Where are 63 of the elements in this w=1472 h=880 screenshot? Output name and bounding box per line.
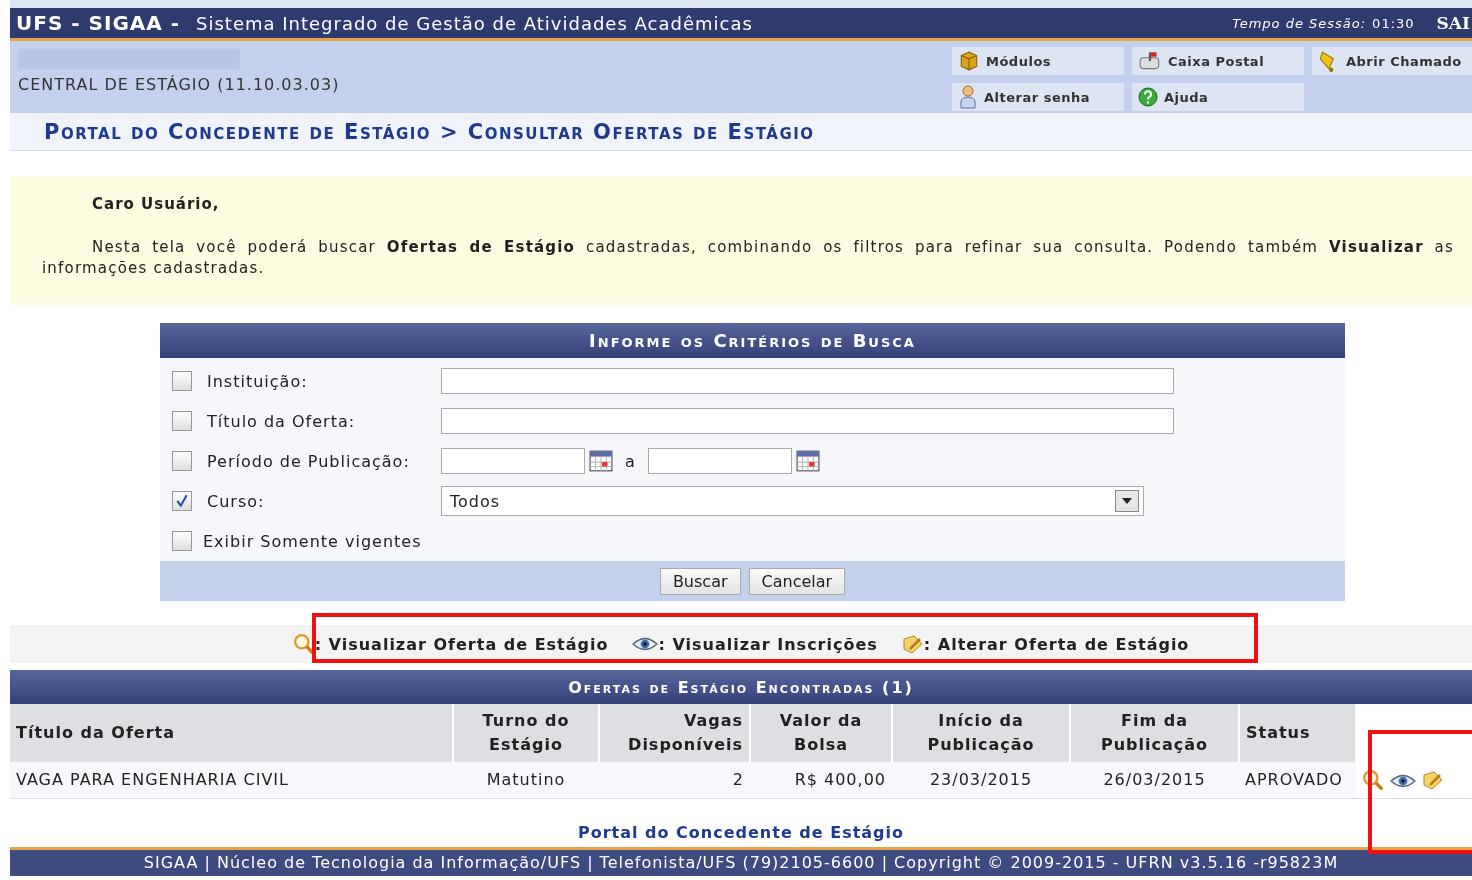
checkbox[interactable]: [172, 371, 192, 391]
note-edit-icon[interactable]: [1422, 768, 1444, 791]
select-field[interactable]: Todos: [441, 486, 1144, 516]
input-field[interactable]: [441, 368, 1174, 394]
table-cell: VAGA PARA ENGENHARIA CIVIL: [10, 762, 453, 798]
field-label: Período de Publicação:: [207, 451, 411, 471]
unit-name: CENTRAL DE ESTÁGIO (11.10.03.03): [18, 75, 340, 94]
column-header: Início da Publicação: [892, 704, 1070, 762]
field-label: Instituição:: [207, 371, 309, 391]
person-icon: [958, 85, 978, 109]
session-label: Tempo de Sessão:: [1232, 15, 1367, 31]
table-cell: 23/03/2015: [892, 762, 1070, 798]
breadcrumb: Portal do Concedente de Estágio > Consultar Ofertas de Estágio: [44, 119, 815, 144]
range-separator: a: [625, 451, 636, 471]
help-icon: [1138, 87, 1158, 107]
footer-text: SIGAA | Núcleo de Tecnologia da Informação/UFS | Telefonista/UFS (79)2105-6600 | Copyright © 2009-2015 - UFRN v3.5.16 -r95823M: [10, 846, 1472, 876]
field-label: Exibir Somente vigentes: [203, 531, 422, 551]
column-header: Status: [1239, 704, 1356, 762]
calendar-icon[interactable]: [795, 449, 820, 473]
table-cell: Matutino: [453, 762, 599, 798]
system-name: UFS - SIGAA -: [16, 11, 180, 35]
magnifier-icon: [292, 633, 315, 655]
checkbox[interactable]: [172, 531, 192, 551]
column-header: Valor da Bolsa: [750, 704, 892, 762]
input-field[interactable]: [441, 408, 1174, 434]
checkbox[interactable]: [172, 451, 192, 471]
shortcut-link[interactable]: Ajuda: [1132, 83, 1304, 111]
portal-link[interactable]: Portal do Concedente de Estágio: [577, 822, 905, 842]
calendar-icon[interactable]: [589, 449, 613, 473]
field-label: Título da Oferta:: [207, 411, 357, 431]
table-cell: 2: [599, 762, 750, 798]
table-cell: APROVADO: [1239, 762, 1356, 798]
legend-text: : Visualizar Inscrições: [658, 634, 878, 654]
box-icon: [958, 50, 980, 72]
system-title: Sistema Integrado de Gestão de Atividades Acadêmicas: [196, 12, 753, 34]
table-cell: 26/03/2015: [1070, 762, 1239, 798]
greeting-text: Caro Usuário,: [91, 195, 221, 213]
checkbox[interactable]: [172, 491, 192, 511]
shortcut-link[interactable]: Módulos: [952, 47, 1124, 75]
legend-text: : Visualizar Oferta de Estágio: [314, 634, 609, 654]
column-header: Turno do Estágio: [453, 704, 599, 762]
shortcut-link[interactable]: Alterar senha: [952, 83, 1124, 111]
column-header: Título da Oferta: [10, 704, 453, 762]
magnifier-icon[interactable]: [1362, 768, 1384, 791]
shortcut-link[interactable]: Abrir Chamado: [1312, 47, 1472, 75]
column-header: Vagas Disponíveis: [599, 704, 750, 762]
session-time: 01:30: [1372, 15, 1415, 31]
checkbox[interactable]: [172, 411, 192, 431]
form-button[interactable]: Cancelar: [748, 567, 846, 595]
instruction-text: Nesta tela você poderá buscar Ofertas de Estágio cadastradas, combinando os filtros para refinar sua consulta. Podendo também Visualizar as informações cadastradas.: [42, 237, 1454, 279]
note-edit-icon: [901, 633, 924, 655]
form-button[interactable]: Buscar: [659, 567, 741, 595]
table-cell: R$ 400,00: [750, 762, 892, 798]
shortcut-link[interactable]: Caixa Postal: [1132, 47, 1304, 75]
mailbox-icon: [1138, 50, 1162, 72]
date-field[interactable]: [441, 448, 585, 474]
date-field[interactable]: [647, 448, 792, 474]
column-header: Fim da Publicação: [1070, 704, 1239, 762]
logout-link[interactable]: SAI: [1436, 13, 1470, 33]
field-label: Curso:: [207, 491, 266, 511]
form-caption: Informe os Critérios de Busca: [160, 323, 1345, 358]
legend-text: : Alterar Oferta de Estágio: [923, 634, 1190, 654]
table-caption: Ofertas de Estágio Encontradas (1): [10, 670, 1472, 704]
